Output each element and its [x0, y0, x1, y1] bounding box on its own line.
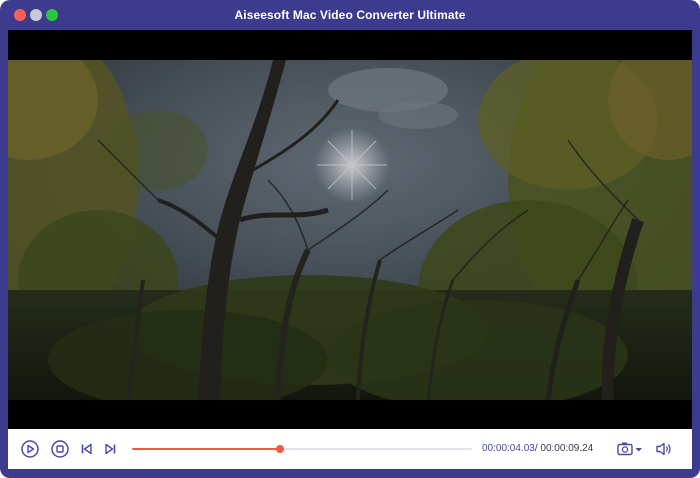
- stop-icon: [51, 440, 69, 458]
- skip-next-icon: [105, 443, 116, 455]
- time-display: 00:00:04.03/ 00:00:09.24: [482, 442, 593, 456]
- next-frame-button[interactable]: [100, 439, 120, 459]
- play-icon: [21, 440, 39, 458]
- skip-previous-icon: [81, 443, 92, 455]
- volume-button[interactable]: [654, 439, 674, 459]
- volume-icon: [656, 442, 671, 456]
- window-title: Aiseesoft Mac Video Converter Ultimate: [234, 8, 466, 22]
- app-window: Aiseesoft Mac Video Converter Ultimate 0…: [0, 0, 700, 478]
- title-bar: Aiseesoft Mac Video Converter Ultimate: [0, 0, 700, 30]
- chevron-down-icon[interactable]: [635, 448, 643, 452]
- video-viewport[interactable]: [8, 30, 692, 429]
- playback-controls: 00:00:04.03/ 00:00:09.24: [8, 429, 692, 469]
- previous-frame-button[interactable]: [77, 439, 97, 459]
- progress-fill: [132, 448, 281, 450]
- camera-icon: [617, 442, 633, 456]
- stop-button[interactable]: [50, 439, 70, 459]
- total-time: 00:00:09.24: [540, 443, 594, 454]
- current-time: 00:00:04.03: [482, 443, 535, 454]
- video-frame: [8, 60, 692, 400]
- progress-handle[interactable]: [276, 445, 285, 453]
- progress-bar[interactable]: [132, 445, 472, 453]
- snapshot-button[interactable]: [616, 440, 646, 458]
- play-button[interactable]: [20, 439, 40, 459]
